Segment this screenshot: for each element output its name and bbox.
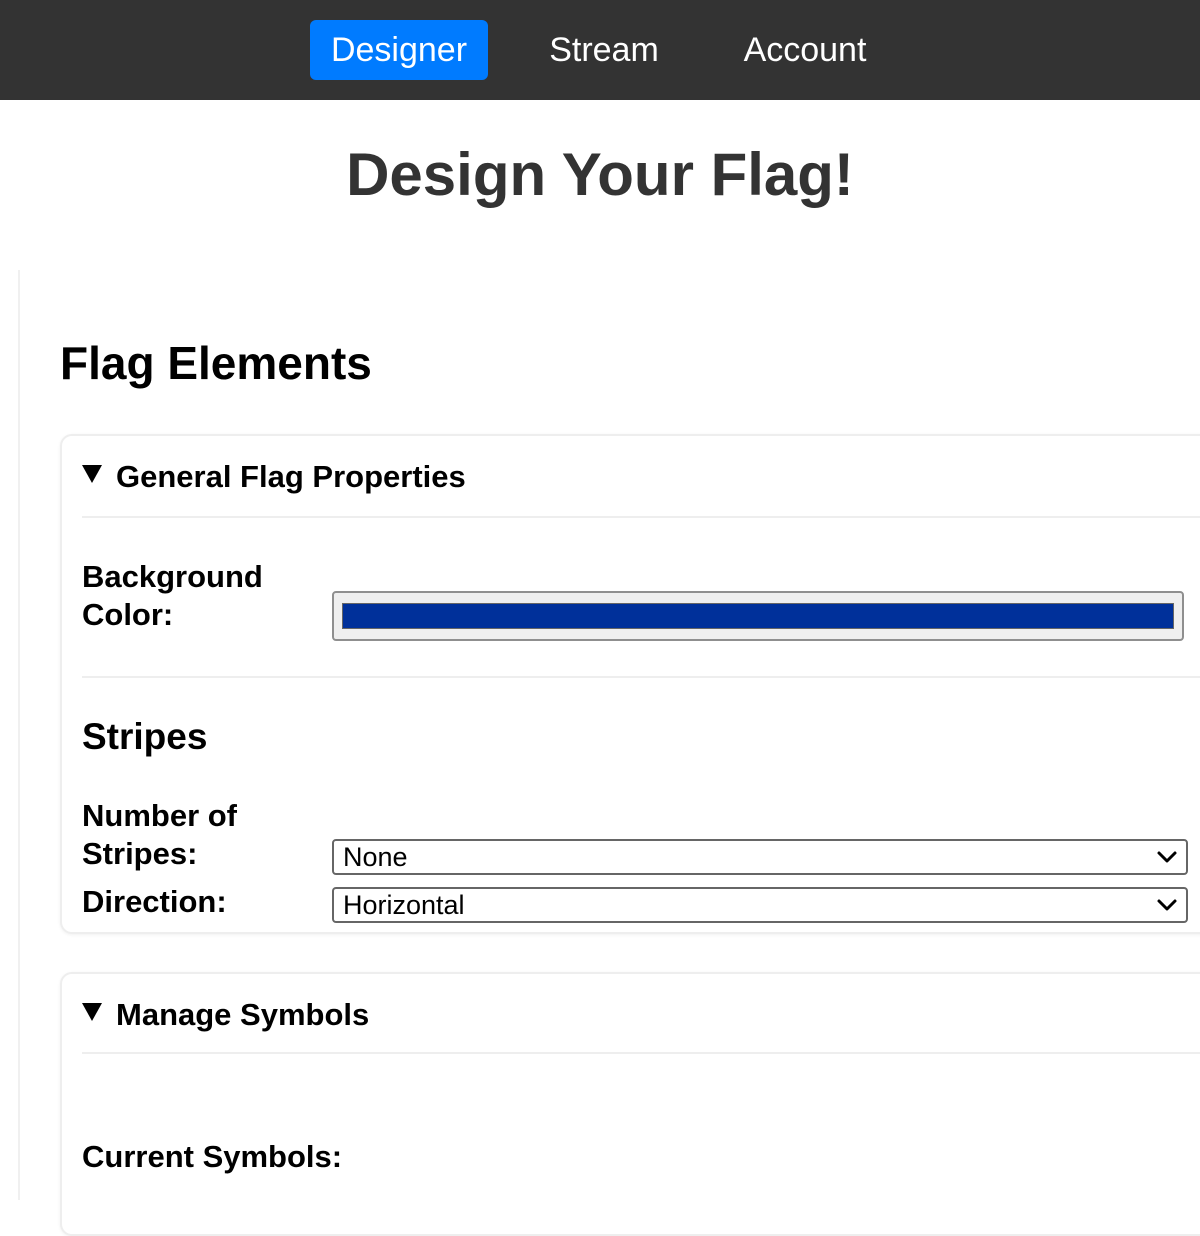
stripes-title: Stripes bbox=[82, 716, 208, 757]
number-of-stripes-select[interactable]: None bbox=[332, 839, 1188, 875]
top-navigation: Designer Stream Account bbox=[0, 0, 1200, 100]
divider bbox=[82, 1052, 1200, 1054]
number-of-stripes-value: None bbox=[343, 842, 408, 872]
nav-stream[interactable]: Stream bbox=[528, 20, 680, 80]
triangle-down-icon bbox=[82, 1003, 102, 1021]
divider bbox=[82, 676, 1200, 678]
chevron-down-icon bbox=[1157, 851, 1177, 863]
chevron-down-icon bbox=[1157, 899, 1177, 911]
general-properties-card: General Flag Properties Background Color… bbox=[60, 434, 1200, 934]
nav-account[interactable]: Account bbox=[720, 20, 890, 80]
panel-divider bbox=[18, 270, 20, 1200]
manage-symbols-summary: Manage Symbols bbox=[116, 997, 370, 1032]
direction-label: Direction: bbox=[82, 884, 227, 919]
background-color-swatch bbox=[342, 603, 1174, 629]
flag-elements-title: Flag Elements bbox=[60, 337, 372, 389]
direction-value: Horizontal bbox=[343, 890, 465, 920]
current-symbols-label: Current Symbols: bbox=[82, 1139, 343, 1174]
general-properties-toggle[interactable]: General Flag Properties bbox=[82, 454, 466, 500]
background-color-label: Background Color: bbox=[82, 559, 263, 632]
number-of-stripes-label: Number of Stripes: bbox=[82, 798, 237, 871]
divider bbox=[82, 516, 1200, 518]
nav-designer[interactable]: Designer bbox=[310, 20, 488, 80]
manage-symbols-toggle[interactable]: Manage Symbols bbox=[82, 992, 369, 1038]
triangle-down-icon bbox=[82, 465, 102, 483]
general-properties-summary: General Flag Properties bbox=[116, 459, 466, 494]
manage-symbols-card: Manage Symbols Current Symbols: bbox=[60, 972, 1200, 1236]
background-color-picker[interactable] bbox=[332, 591, 1184, 641]
page-title: Design Your Flag! bbox=[346, 141, 854, 208]
direction-select[interactable]: Horizontal bbox=[332, 887, 1188, 923]
